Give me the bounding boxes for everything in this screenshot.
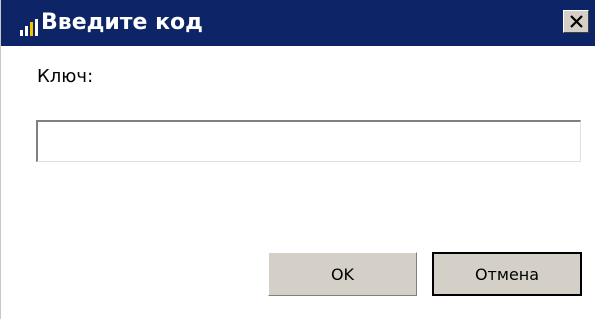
ok-button[interactable]: OK [268, 252, 417, 296]
key-label: Ключ: [37, 66, 94, 87]
key-input[interactable] [36, 120, 581, 162]
dialog-window: Введите код Ключ: OK Отмена [0, 0, 595, 319]
title-bar: Введите код [1, 0, 595, 46]
window-title: Введите код [41, 10, 203, 35]
bar-chart-icon [19, 17, 39, 37]
cancel-button[interactable]: Отмена [432, 252, 582, 296]
close-button[interactable] [563, 10, 589, 33]
